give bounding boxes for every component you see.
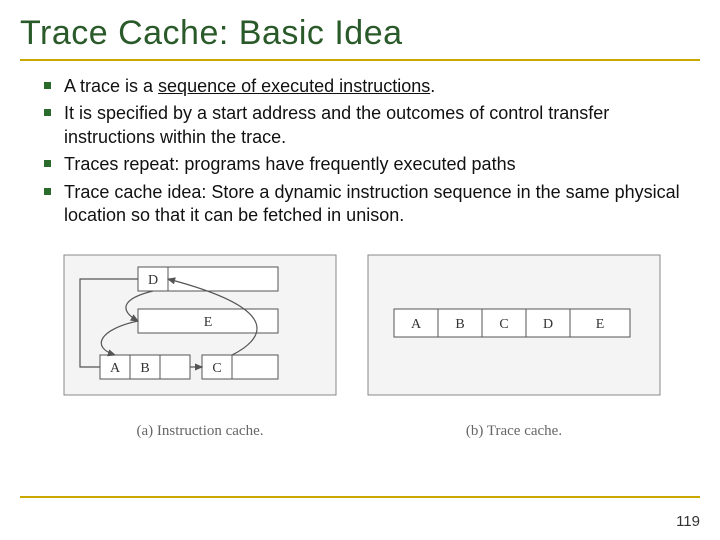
- block-e-label: E: [204, 315, 213, 330]
- tc-block-d: D: [543, 317, 553, 332]
- tc-block-c: C: [499, 317, 508, 332]
- block-a-label: A: [110, 361, 121, 376]
- bullet-2: It is specified by a start address and t…: [44, 102, 700, 149]
- tc-block-b: B: [455, 317, 464, 332]
- bullet-list: A trace is a sequence of executed instru…: [20, 75, 700, 227]
- bottom-divider: [20, 496, 700, 498]
- bullet-3: Traces repeat: programs have frequently …: [44, 153, 700, 176]
- figure-b-caption: (b) Trace cache.: [364, 423, 664, 440]
- tc-block-a: A: [411, 317, 422, 332]
- figure-b: A B C D E (b) Trace cache.: [364, 251, 664, 440]
- figure-a: D E A B C: [60, 251, 340, 440]
- tc-block-e: E: [596, 317, 605, 332]
- block-b-label: B: [140, 361, 149, 376]
- figure-a-caption: (a) Instruction cache.: [60, 423, 340, 440]
- instruction-cache-diagram: D E A B C: [60, 251, 340, 419]
- title-divider: [20, 59, 700, 61]
- bullet-1-post: .: [430, 76, 435, 96]
- bullet-1: A trace is a sequence of executed instru…: [44, 75, 700, 98]
- page-number: 119: [676, 513, 700, 530]
- trace-cache-diagram: A B C D E: [364, 251, 664, 419]
- block-d-label: D: [148, 273, 158, 288]
- page-title: Trace Cache: Basic Idea: [20, 14, 700, 53]
- block-c-label: C: [212, 361, 221, 376]
- bullet-1-underline: sequence of executed instructions: [158, 76, 430, 96]
- bullet-1-pre: A trace is a: [64, 76, 158, 96]
- bullet-4: Trace cache idea: Store a dynamic instru…: [44, 181, 700, 228]
